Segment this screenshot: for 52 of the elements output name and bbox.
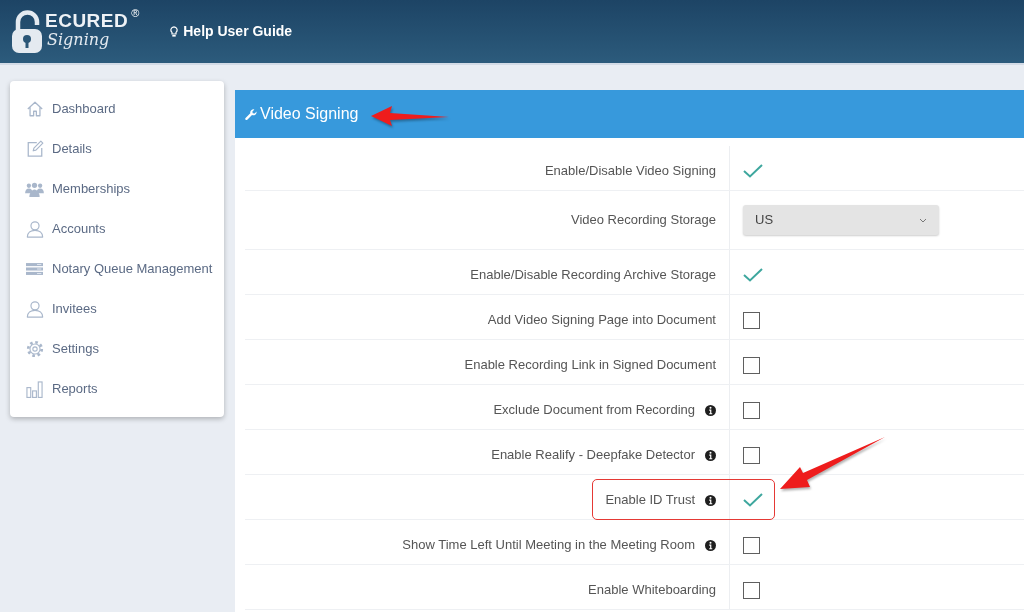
setting-label: Show Time Left Until Meeting in the Meeting Room bbox=[402, 536, 695, 555]
logo-script-text: Signing bbox=[47, 30, 111, 49]
setting-label: Enable/Disable Recording Archive Storage bbox=[470, 266, 716, 285]
users-icon bbox=[25, 181, 44, 197]
sidebar-item[interactable]: Notary Queue Management bbox=[10, 249, 224, 289]
bar-chart-icon bbox=[26, 380, 43, 398]
info-icon[interactable] bbox=[705, 539, 716, 551]
user-icon bbox=[25, 220, 44, 238]
settings-icon bbox=[25, 340, 44, 358]
sidebar-item[interactable]: Memberships bbox=[10, 169, 224, 209]
checkbox[interactable] bbox=[743, 492, 763, 508]
lightbulb-icon bbox=[170, 26, 179, 37]
setting-label: Enable ID Trust bbox=[605, 491, 695, 510]
setting-label: Enable Recording Link in Signed Document bbox=[464, 356, 716, 375]
padlock-icon bbox=[10, 9, 44, 54]
user-icon bbox=[25, 300, 44, 318]
info-icon[interactable] bbox=[705, 404, 716, 416]
server-icon bbox=[26, 263, 43, 275]
checkbox[interactable] bbox=[743, 267, 763, 283]
info-icon[interactable] bbox=[705, 449, 716, 461]
help-link[interactable]: Help User Guide bbox=[170, 21, 293, 42]
setting-label: Enable Whiteboarding bbox=[588, 581, 716, 600]
checkbox[interactable] bbox=[743, 311, 760, 329]
setting-label: Enable/Disable Video Signing bbox=[544, 162, 716, 181]
checkbox[interactable] bbox=[743, 446, 760, 464]
storage-select[interactable]: US bbox=[743, 205, 939, 235]
sidebar-item[interactable]: Invitees bbox=[10, 289, 224, 329]
chevron-down-icon bbox=[919, 217, 927, 223]
sidebar-item[interactable]: Details bbox=[10, 129, 224, 169]
setting-label: Video Recording Storage bbox=[570, 211, 716, 230]
setting-label: Exclude Document from Recording bbox=[493, 401, 695, 420]
panel-title: Video Signing bbox=[260, 104, 359, 124]
logo-text: ECURED bbox=[45, 10, 129, 31]
checkbox[interactable] bbox=[743, 536, 760, 554]
checkbox[interactable] bbox=[743, 581, 760, 599]
checkbox[interactable] bbox=[743, 163, 763, 179]
home-icon bbox=[25, 100, 44, 118]
check-icon bbox=[743, 164, 763, 178]
sidebar-item[interactable]: Reports bbox=[10, 369, 224, 409]
checkbox[interactable] bbox=[743, 356, 760, 374]
checkbox[interactable] bbox=[743, 401, 760, 419]
registered-mark: ® bbox=[131, 5, 140, 21]
wrench-icon bbox=[245, 109, 257, 121]
edit-icon bbox=[25, 140, 44, 158]
setting-label: Enable Realify - Deepfake Detector bbox=[491, 446, 695, 465]
sidebar-item[interactable]: Dashboard bbox=[10, 89, 224, 129]
info-icon[interactable] bbox=[705, 494, 716, 506]
check-icon bbox=[743, 493, 763, 507]
check-icon bbox=[743, 268, 763, 282]
sidebar-item[interactable]: Settings bbox=[10, 329, 224, 369]
setting-label: Add Video Signing Page into Document bbox=[487, 311, 716, 330]
sidebar-item[interactable]: Accounts bbox=[10, 209, 224, 249]
